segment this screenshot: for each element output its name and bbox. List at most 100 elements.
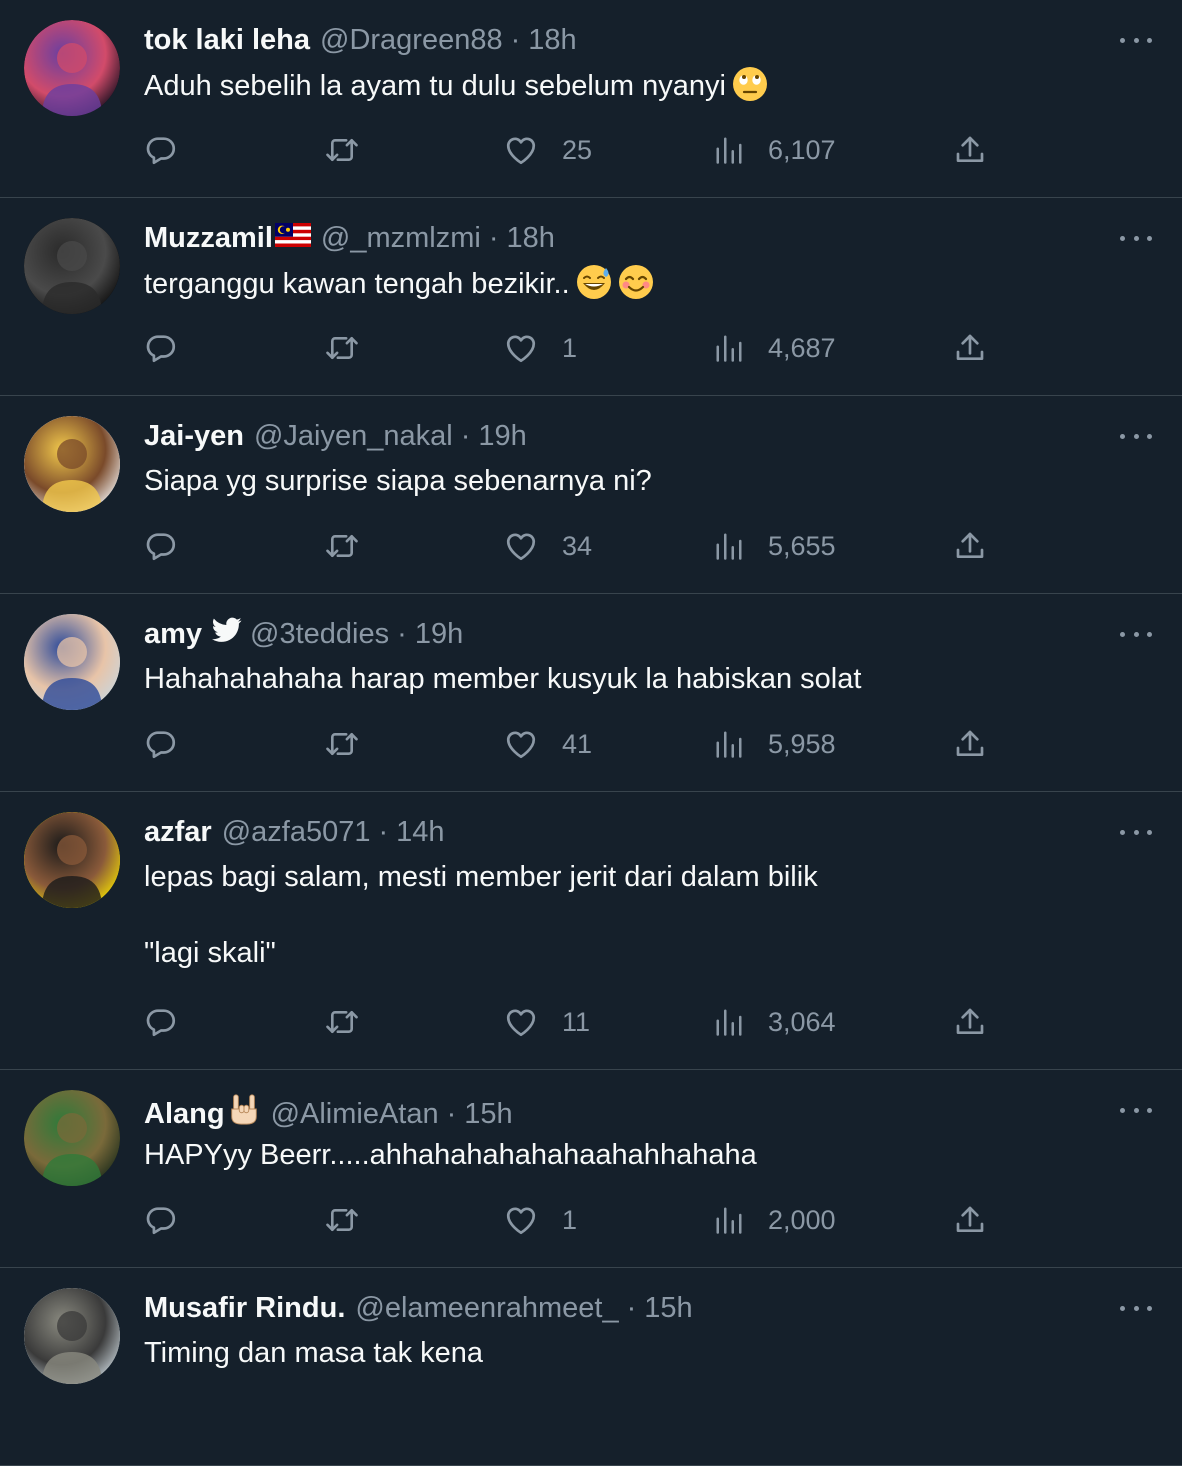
share-button[interactable] — [954, 1200, 986, 1240]
sign-of-the-horns-icon — [227, 1092, 261, 1135]
tweet-text: Aduh sebelih la ayam tu dulu sebelum nya… — [144, 66, 1122, 112]
tweet-text: Siapa yg surprise siapa sebenarnya ni? — [144, 462, 1122, 500]
avatar[interactable] — [24, 218, 120, 314]
timestamp[interactable]: 15h — [464, 1096, 512, 1132]
reply-button[interactable] — [144, 724, 178, 764]
user-handle[interactable]: @azfa5071 — [222, 814, 371, 850]
grinning-face-with-sweat-icon — [576, 264, 612, 310]
more-options-button[interactable] — [1120, 624, 1152, 644]
heart-icon — [504, 1006, 538, 1038]
timestamp[interactable]: 19h — [415, 616, 463, 652]
reply-icon — [144, 727, 178, 761]
timestamp[interactable]: 18h — [507, 220, 555, 256]
heart-icon — [504, 728, 538, 760]
avatar[interactable] — [24, 20, 120, 116]
like-button[interactable]: 1 — [504, 1200, 577, 1240]
more-options-button[interactable] — [1120, 30, 1152, 50]
bar-chart-icon — [714, 333, 744, 363]
share-button[interactable] — [954, 1002, 986, 1042]
display-name[interactable]: Alang — [144, 1096, 225, 1132]
views-button[interactable]: 3,064 — [714, 1002, 836, 1042]
reply-button[interactable] — [144, 1002, 178, 1042]
share-button[interactable] — [954, 328, 986, 368]
display-name[interactable]: azfar — [144, 814, 212, 850]
user-handle[interactable]: @3teddies — [250, 616, 389, 652]
more-options-button[interactable] — [1120, 1298, 1152, 1318]
reply-button[interactable] — [144, 328, 178, 368]
bar-chart-icon — [714, 135, 744, 165]
timestamp[interactable]: 18h — [528, 22, 576, 58]
avatar[interactable] — [24, 416, 120, 512]
views-button[interactable]: 5,655 — [714, 526, 836, 566]
reply-button[interactable] — [144, 130, 178, 170]
avatar[interactable] — [24, 614, 120, 710]
tweet-header: Musafir Rindu. @elameenrahmeet_ · 15h — [144, 1290, 1102, 1326]
like-button[interactable]: 11 — [504, 1002, 590, 1042]
avatar[interactable] — [24, 812, 120, 908]
separator-dot: · — [510, 24, 521, 56]
display-name[interactable]: tok laki leha — [144, 22, 310, 58]
avatar[interactable] — [24, 1090, 120, 1186]
share-icon — [954, 1204, 986, 1236]
retweet-icon — [324, 331, 360, 365]
display-name[interactable]: Jai-yen — [144, 418, 244, 454]
user-handle[interactable]: @elameenrahmeet_ — [355, 1290, 618, 1326]
timestamp[interactable]: 15h — [644, 1290, 692, 1326]
retweet-button[interactable] — [324, 328, 360, 368]
like-button[interactable]: 34 — [504, 526, 592, 566]
retweet-button[interactable] — [324, 1002, 360, 1042]
tweet-reply[interactable]: Jai-yen @Jaiyen_nakal · 19h Siapa yg surpris… — [0, 396, 1182, 594]
tweet-actions: 34 5,655 — [144, 526, 1004, 566]
tweet-reply[interactable]: amy @3teddies · 19h Hahahahahaha harap membe… — [0, 594, 1182, 792]
reply-icon — [144, 331, 178, 365]
retweet-button[interactable] — [324, 1200, 360, 1240]
retweet-button[interactable] — [324, 724, 360, 764]
display-name[interactable]: Musafir Rindu. — [144, 1290, 345, 1326]
timestamp[interactable]: 19h — [478, 418, 526, 454]
user-handle[interactable]: @Dragreen88 — [320, 22, 503, 58]
separator-dot: · — [488, 222, 499, 254]
reply-button[interactable] — [144, 1200, 178, 1240]
like-button[interactable]: 1 — [504, 328, 577, 368]
more-options-button[interactable] — [1120, 822, 1152, 842]
retweet-icon — [324, 1005, 360, 1039]
reply-button[interactable] — [144, 526, 178, 566]
share-button[interactable] — [954, 526, 986, 566]
timestamp[interactable]: 14h — [396, 814, 444, 850]
like-button[interactable]: 41 — [504, 724, 592, 764]
tweet-text-content: Timing dan masa tak kena — [144, 1337, 484, 1369]
user-handle[interactable]: @_mzmlzmi — [321, 220, 481, 256]
share-icon — [954, 1006, 986, 1038]
more-options-button[interactable] — [1120, 228, 1152, 248]
bar-chart-icon — [714, 1007, 744, 1037]
views-button[interactable]: 6,107 — [714, 130, 836, 170]
tweet-reply[interactable]: azfar @azfa5071 · 14h lepas bagi salam, mest… — [0, 792, 1182, 1070]
like-button[interactable]: 25 — [504, 130, 592, 170]
user-handle[interactable]: @Jaiyen_nakal — [254, 418, 453, 454]
view-count: 5,655 — [768, 530, 836, 561]
retweet-icon — [324, 529, 360, 563]
tweet-reply[interactable]: Musafir Rindu. @elameenrahmeet_ · 15h Timing… — [0, 1268, 1182, 1466]
heart-icon — [504, 134, 538, 166]
views-button[interactable]: 4,687 — [714, 328, 836, 368]
tweet-reply[interactable]: Alang @AlimieAtan · 15h HAPYyy Beerr.....ahh… — [0, 1070, 1182, 1268]
tweet-reply[interactable]: tok laki leha @Dragreen88 · 18h Aduh sebelih… — [0, 0, 1182, 198]
retweet-button[interactable] — [324, 526, 360, 566]
display-name[interactable]: Muzzamil — [144, 220, 273, 256]
share-button[interactable] — [954, 130, 986, 170]
share-icon — [954, 728, 986, 760]
share-button[interactable] — [954, 724, 986, 764]
tweet-header: tok laki leha @Dragreen88 · 18h — [144, 22, 1102, 58]
more-options-button[interactable] — [1120, 426, 1152, 446]
user-handle[interactable]: @AlimieAtan — [271, 1096, 439, 1132]
tweet-reply[interactable]: Muzzamil @_mzmlzmi · 18h terganggu kawan ten… — [0, 198, 1182, 396]
retweet-button[interactable] — [324, 130, 360, 170]
tweet-text-content: lepas bagi salam, mesti member jerit dar… — [144, 861, 818, 969]
avatar[interactable] — [24, 1288, 120, 1384]
more-options-button[interactable] — [1120, 1100, 1152, 1120]
display-name[interactable]: amy — [144, 616, 202, 652]
bar-chart-icon — [714, 1205, 744, 1235]
like-count: 25 — [562, 134, 593, 165]
views-button[interactable]: 5,958 — [714, 724, 836, 764]
views-button[interactable]: 2,000 — [714, 1200, 836, 1240]
